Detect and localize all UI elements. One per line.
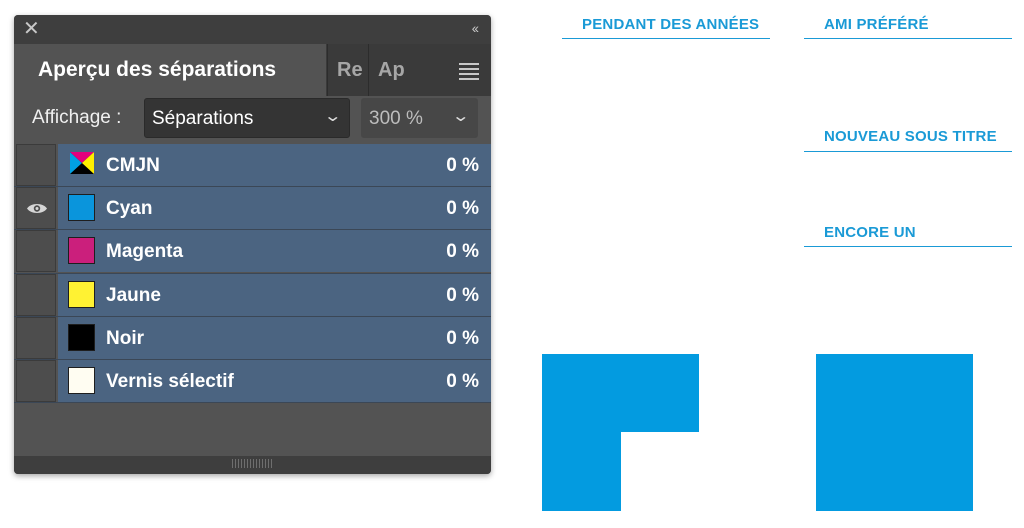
close-icon[interactable]: ✕ [23,18,40,40]
separations-list: CMJN 0 % Cyan 0 % Magenta 0 % Jaune 0 % … [14,144,491,404]
visibility-toggle[interactable] [16,144,56,186]
separation-percent: 0 % [446,327,479,349]
varnish-swatch [68,366,95,394]
panel-titlebar[interactable]: ✕ ‹‹ [14,15,491,44]
visibility-toggle[interactable] [16,316,56,359]
resize-grip-icon[interactable] [232,459,272,468]
heading-underline [804,246,1012,247]
separation-row-noir[interactable]: Noir 0 % [14,316,491,360]
separation-row-magenta[interactable]: Magenta 0 % [14,230,491,274]
heading-nouveau-sous-titre: NOUVEAU SOUS TITRE [824,128,997,145]
panel-tab-bar: Aperçu des séparations Re Ap [14,44,491,96]
separation-row-cmjn[interactable]: CMJN 0 % [14,144,491,188]
heading-pendant-des-annees: PENDANT DES ANNÉES [582,16,760,33]
separation-row-jaune[interactable]: Jaune 0 % [14,273,491,317]
cyan-swatch [68,194,95,222]
view-mode-value: Séparations [152,108,254,129]
heading-underline [562,38,770,39]
zoom-select[interactable]: 300 % ⌄ [361,98,478,138]
zoom-value: 300 % [369,108,423,129]
hamburger-menu-icon[interactable] [459,63,479,83]
blue-square-shape[interactable] [816,354,973,511]
cmyk-swatch-icon [70,152,94,174]
visibility-toggle[interactable] [16,273,56,316]
double-chevron-left-icon[interactable]: ‹‹ [472,20,479,36]
view-label: Affichage : [32,107,122,128]
separation-percent: 0 % [446,370,479,392]
heading-underline [804,38,1012,39]
magenta-swatch [68,237,95,265]
visibility-toggle[interactable] [16,359,56,402]
tab-re[interactable]: Re [327,44,368,96]
separation-name: Noir [106,327,144,349]
separation-name: CMJN [106,155,160,176]
eye-icon [27,204,47,214]
chevron-down-icon: ⌄ [450,108,470,125]
view-options: Affichage : Séparations ⌄ 300 % ⌄ [14,96,491,142]
separation-percent: 0 % [446,155,479,176]
panel-resize-bar[interactable] [14,456,491,474]
heading-encore-un: ENCORE UN [824,224,916,241]
separation-row-cyan[interactable]: Cyan 0 % [14,187,491,231]
separation-percent: 0 % [446,241,479,263]
separations-preview-panel: ✕ ‹‹ Aperçu des séparations Re Ap Affich… [14,15,491,474]
tab-apercu-des-separations[interactable]: Aperçu des séparations [14,44,326,96]
heading-ami-prefere: AMI PRÉFÉRÉ [824,16,929,33]
separation-name: Magenta [106,241,184,263]
heading-underline [804,151,1012,152]
tab-ap[interactable]: Ap [368,44,410,96]
black-swatch [68,323,95,351]
chevron-down-icon: ⌄ [322,108,342,125]
blue-notched-shape[interactable] [542,354,700,512]
view-mode-select[interactable]: Séparations ⌄ [144,98,350,138]
visibility-toggle[interactable] [16,230,56,273]
separation-percent: 0 % [446,284,479,306]
separation-name: Vernis sélectif [106,370,234,392]
separation-name: Jaune [106,284,161,306]
yellow-swatch [68,280,95,308]
separation-percent: 0 % [446,198,479,220]
separation-name: Cyan [106,198,153,220]
separation-row-vernis-selectif[interactable]: Vernis sélectif 0 % [14,359,491,404]
visibility-toggle[interactable] [16,187,56,230]
